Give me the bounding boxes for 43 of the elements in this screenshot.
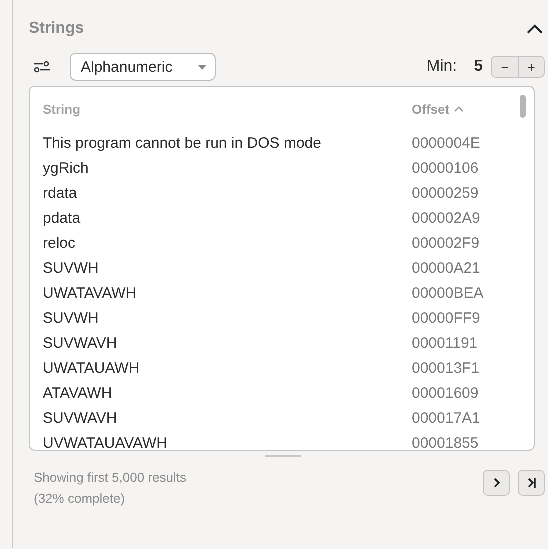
resize-handle[interactable] xyxy=(265,455,301,457)
charset-dropdown[interactable]: Alphanumeric xyxy=(70,53,216,81)
offset-cell: 00000BEA xyxy=(412,285,484,302)
string-cell-text: SUVWH xyxy=(43,310,100,327)
offset-cell: 000017A1 xyxy=(412,410,480,427)
collapse-chevron-icon[interactable] xyxy=(526,23,544,35)
offset-cell: 00000106 xyxy=(412,160,479,177)
string-cell-text: SUVWAVH xyxy=(43,410,118,427)
string-cell-text: reloc xyxy=(43,235,77,252)
increment-button[interactable]: + xyxy=(518,57,544,77)
offset-cell: 00001609 xyxy=(412,385,479,402)
last-page-button[interactable] xyxy=(518,470,545,496)
status-text: Showing first 5,000 results xyxy=(34,470,188,486)
string-cell-text: rdata xyxy=(43,185,78,202)
offset-cell: 0000004E xyxy=(412,135,480,152)
string-cell-text: SUVWAVH xyxy=(43,335,118,352)
min-label: Min: xyxy=(426,58,458,76)
offset-cell: 00000FF9 xyxy=(412,310,480,327)
next-page-button[interactable] xyxy=(483,470,510,496)
chevron-right-icon xyxy=(492,477,500,489)
string-cell-text: UWATAVAWH xyxy=(43,285,138,302)
filter-icon[interactable] xyxy=(34,61,50,73)
offset-cell: 00001191 xyxy=(412,335,478,352)
section-title: Strings xyxy=(29,20,84,38)
offset-cell: 000013F1 xyxy=(412,360,480,377)
offset-cell: 000002A9 xyxy=(412,210,480,227)
offset-cell: 00001855 xyxy=(412,435,479,450)
scrollbar-thumb[interactable] xyxy=(520,95,526,118)
min-length-value: 5 xyxy=(474,58,483,76)
offset-cell: 00000A21 xyxy=(412,260,480,277)
string-cell-text: SUVWH xyxy=(43,260,100,277)
string-cell-text: This program cannot be run in DOS mode xyxy=(43,135,322,152)
string-cell-text: ATAVAWH xyxy=(43,385,114,402)
offset-cell: 000002F9 xyxy=(412,235,480,252)
string-cell-text: ygRich xyxy=(43,160,90,177)
string-cell-text: UVWATAUAVAWH xyxy=(43,435,168,450)
caret-icon xyxy=(198,64,207,70)
status-text: (32% complete) xyxy=(34,491,126,507)
skip-to-end-icon xyxy=(526,477,536,489)
decrement-button[interactable]: − xyxy=(492,57,518,77)
offset-cell: 00000259 xyxy=(412,185,479,202)
string-cell-text: UWATAUAWH xyxy=(43,360,141,377)
string-cell-text: pdata xyxy=(43,210,82,227)
